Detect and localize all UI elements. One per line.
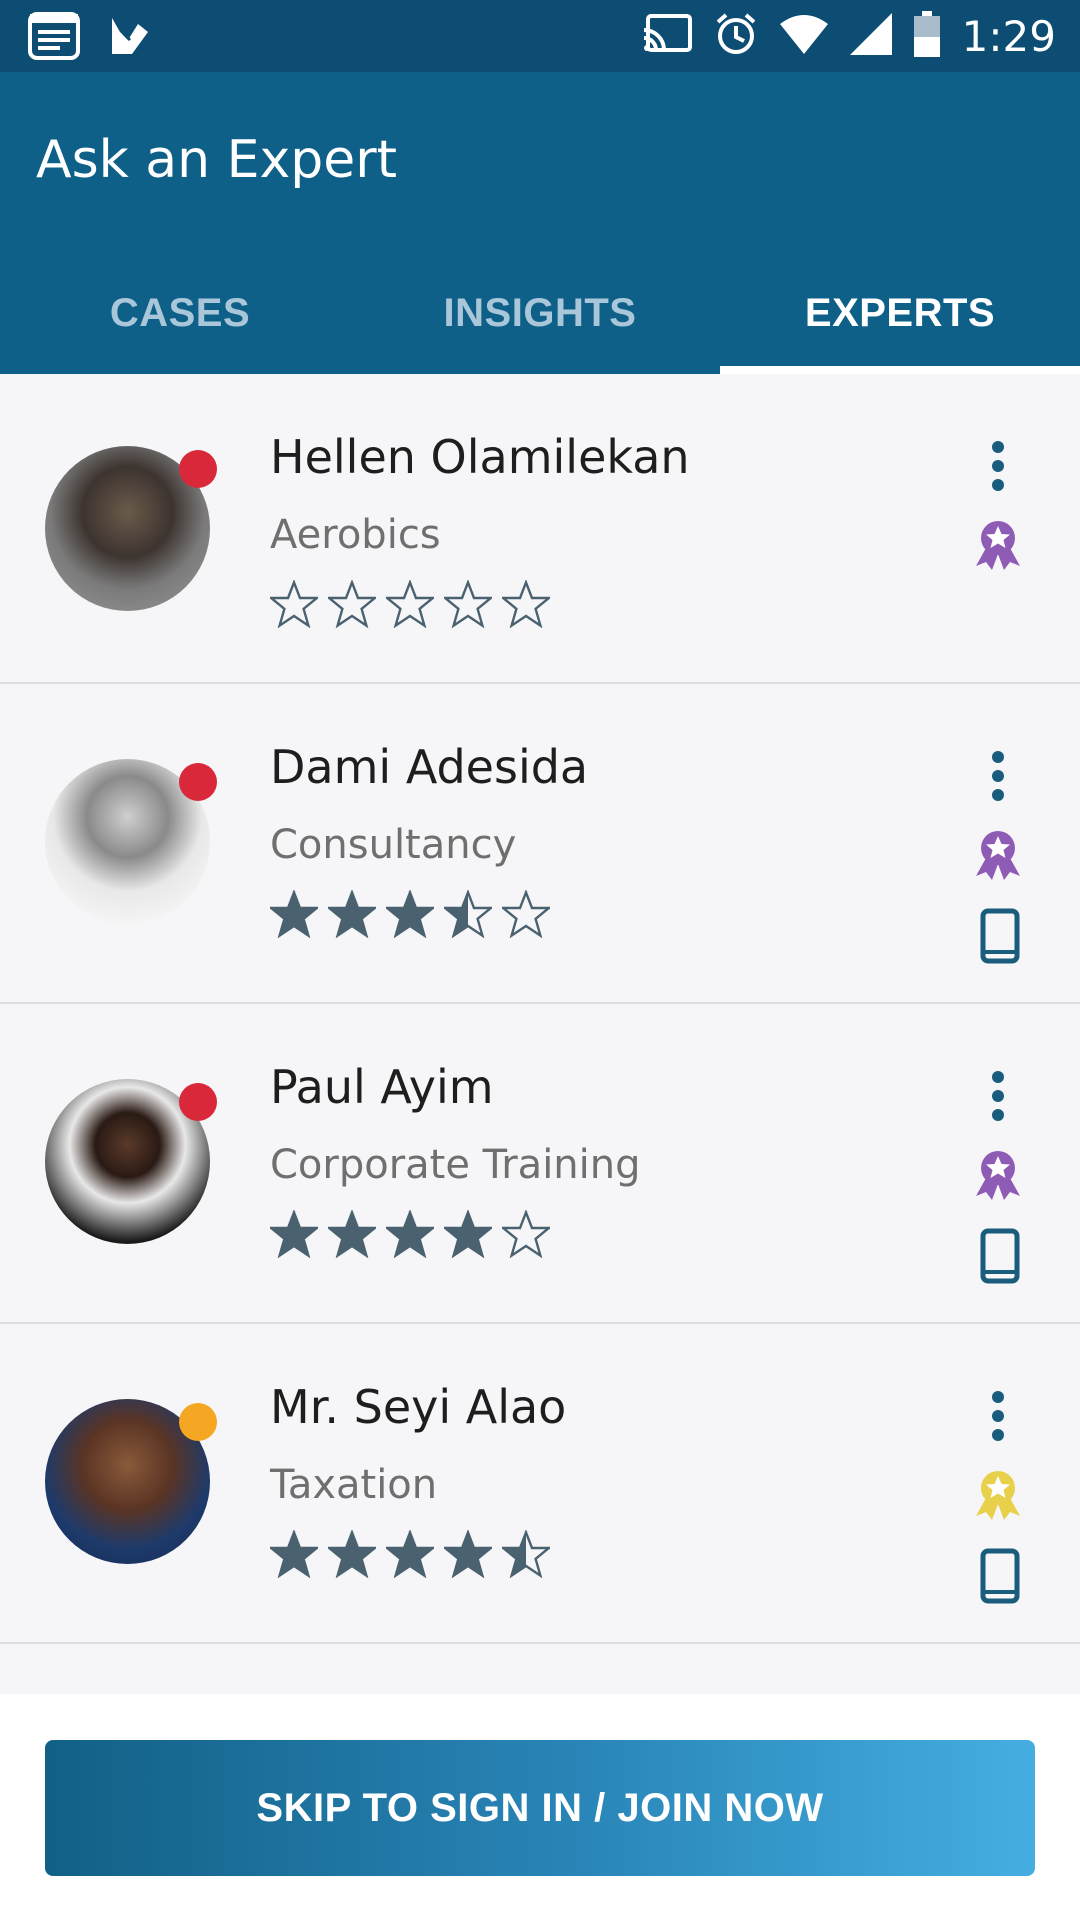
star-full-icon <box>444 1210 492 1258</box>
rating-stars <box>270 1210 550 1258</box>
star-full-icon <box>386 890 434 938</box>
star-full-icon <box>386 1530 434 1578</box>
footer: SKIP TO SIGN IN / JOIN NOW <box>0 1694 1080 1920</box>
star-full-icon <box>270 1530 318 1578</box>
expert-name[interactable]: Paul Ayim <box>270 1060 494 1114</box>
clock: 1:29 <box>961 11 1056 61</box>
cast-icon <box>643 13 692 59</box>
expert-row[interactable]: Paul Ayim Corporate Training <box>0 1004 1080 1324</box>
expert-row[interactable]: Dami Adesida Consultancy <box>0 684 1080 1004</box>
alarm-icon <box>714 12 758 61</box>
rating-stars <box>270 890 550 938</box>
status-dot <box>179 1403 217 1441</box>
more-vert-icon <box>992 751 1004 801</box>
award-badge-icon <box>976 831 1020 880</box>
signal-icon <box>849 12 892 60</box>
expert-category: Aerobics <box>270 512 441 558</box>
more-vert-icon <box>992 441 1004 491</box>
star-full-icon <box>270 1210 318 1258</box>
app-bar: Ask an Expert CASES INSIGHTS EXPERTS <box>0 72 1080 374</box>
expert-name[interactable]: Hellen Olamilekan <box>270 430 690 484</box>
rating-stars <box>270 580 550 628</box>
phone-icon <box>980 908 1020 964</box>
status-dot <box>179 1083 217 1121</box>
expert-name[interactable]: Dami Adesida <box>270 740 588 794</box>
star-empty-icon <box>502 580 550 628</box>
expert-row[interactable]: Hellen Olamilekan Aerobics <box>0 374 1080 684</box>
star-empty-icon <box>386 580 434 628</box>
star-empty-icon <box>270 580 318 628</box>
wifi-icon <box>779 14 828 59</box>
sign-in-join-button[interactable]: SKIP TO SIGN IN / JOIN NOW <box>45 1740 1035 1876</box>
star-full-icon <box>386 1210 434 1258</box>
star-empty-icon <box>502 1210 550 1258</box>
tab-insights[interactable]: INSIGHTS <box>360 252 720 374</box>
star-empty-icon <box>502 890 550 938</box>
expert-category: Corporate Training <box>270 1142 641 1188</box>
rating-stars <box>270 1530 550 1578</box>
award-badge-icon <box>976 1151 1020 1200</box>
star-full-icon <box>328 1210 376 1258</box>
tab-cases[interactable]: CASES <box>0 252 360 374</box>
more-options-button[interactable] <box>975 1066 1021 1126</box>
award-badge-icon <box>976 1471 1020 1520</box>
expert-category: Consultancy <box>270 822 517 868</box>
tab-experts[interactable]: EXPERTS <box>720 252 1080 374</box>
expert-category: Taxation <box>270 1462 438 1508</box>
star-half-icon <box>444 890 492 938</box>
star-full-icon <box>328 890 376 938</box>
phone-icon <box>980 1228 1020 1284</box>
status-bar: 1:29 <box>0 0 1080 72</box>
check-icon <box>108 14 152 63</box>
expert-name[interactable]: Mr. Seyi Alao <box>270 1380 566 1434</box>
star-half-icon <box>502 1530 550 1578</box>
status-dot <box>179 763 217 801</box>
star-empty-icon <box>444 580 492 628</box>
more-options-button[interactable] <box>975 436 1021 496</box>
star-full-icon <box>270 890 318 938</box>
star-empty-icon <box>328 580 376 628</box>
status-dot <box>179 450 217 488</box>
expert-list: Hellen Olamilekan Aerobics Dami Adesida <box>0 374 1080 1644</box>
more-options-button[interactable] <box>975 1386 1021 1446</box>
expert-row[interactable]: Mr. Seyi Alao Taxation <box>0 1324 1080 1644</box>
tab-bar: CASES INSIGHTS EXPERTS <box>0 252 1080 374</box>
more-vert-icon <box>992 1391 1004 1441</box>
star-full-icon <box>444 1530 492 1578</box>
page-title: Ask an Expert <box>36 130 398 190</box>
phone-icon <box>980 1548 1020 1604</box>
battery-icon <box>913 10 940 62</box>
more-vert-icon <box>992 1071 1004 1121</box>
award-badge-icon <box>976 521 1020 570</box>
notes-icon <box>28 12 80 65</box>
more-options-button[interactable] <box>975 746 1021 806</box>
star-full-icon <box>328 1530 376 1578</box>
